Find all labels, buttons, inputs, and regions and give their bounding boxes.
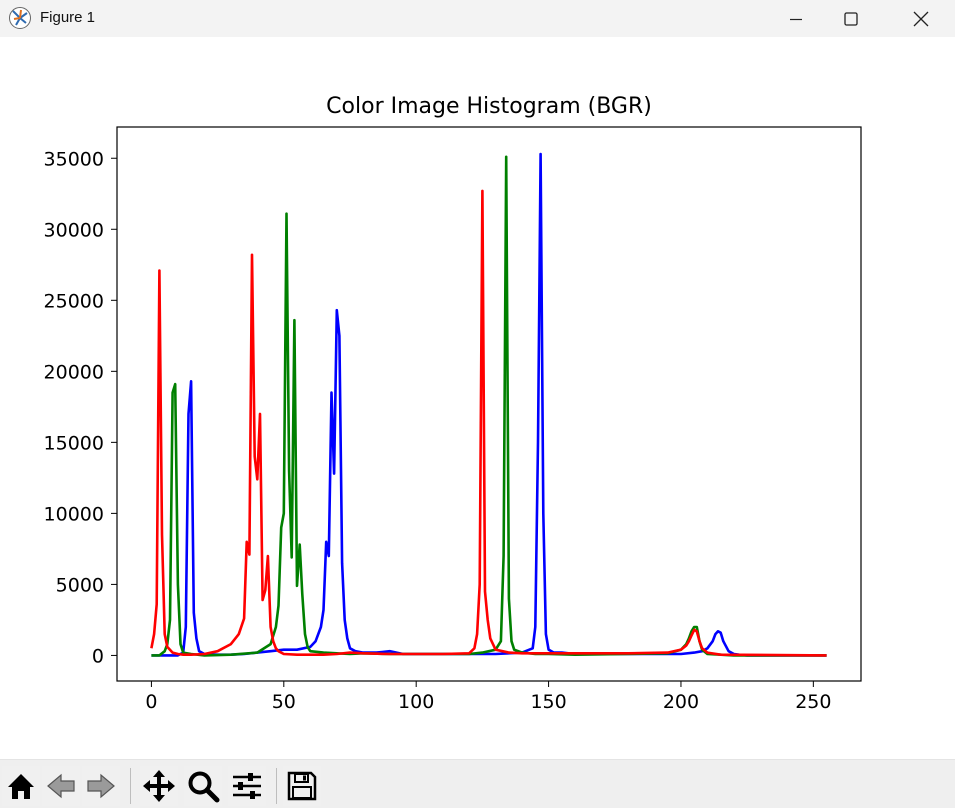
save-button[interactable]: [283, 766, 321, 806]
y-tick-label: 30000: [44, 219, 104, 241]
x-tick-label: 100: [398, 691, 434, 713]
plot-background: [117, 127, 861, 681]
save-icon: [287, 771, 317, 801]
x-tick-label: 150: [530, 691, 566, 713]
y-tick-label: 10000: [44, 503, 104, 525]
maximize-button[interactable]: [828, 0, 874, 37]
minimize-icon: [790, 18, 802, 20]
minimize-button[interactable]: [773, 0, 819, 37]
zoom-icon: [188, 771, 220, 803]
close-icon: [913, 11, 929, 26]
matplotlib-figure-icon: [9, 7, 31, 29]
y-tick-label: 20000: [44, 361, 104, 383]
histogram-chart: 0 50 100 150 200 250 0 5000 10000 15000 20000 2500…: [44, 94, 862, 713]
chart-title: Color Image Histogram (BGR): [326, 94, 652, 119]
y-tick-label: 15000: [44, 432, 104, 454]
configure-subplots-icon: [233, 773, 261, 799]
close-button[interactable]: [898, 0, 944, 37]
zoom-button[interactable]: [184, 766, 222, 806]
window-title: Figure 1: [40, 9, 96, 26]
maximize-icon: [844, 11, 858, 26]
back-button[interactable]: [42, 766, 80, 806]
pan-button[interactable]: [140, 766, 178, 806]
y-tick-label: 25000: [44, 290, 104, 312]
forward-arrow-icon: [87, 773, 115, 799]
y-tick-label: 0: [92, 645, 104, 667]
toolbar-separator: [276, 768, 277, 804]
y-tick-label: 35000: [44, 148, 104, 170]
window-titlebar: Figure 1: [0, 0, 955, 37]
home-button[interactable]: [2, 766, 40, 806]
pan-icon: [143, 770, 175, 802]
x-tick-label: 0: [145, 691, 157, 713]
y-tick-label: 5000: [56, 574, 104, 596]
figure-canvas[interactable]: 0 50 100 150 200 250 0 5000 10000 15000 20000 2500…: [0, 37, 955, 759]
home-icon: [8, 774, 34, 799]
toolbar-separator: [130, 768, 131, 804]
x-tick-label: 250: [795, 691, 831, 713]
navigation-toolbar: [0, 759, 955, 808]
forward-button[interactable]: [82, 766, 120, 806]
back-arrow-icon: [47, 773, 75, 799]
x-tick-label: 50: [272, 691, 296, 713]
x-tick-label: 200: [663, 691, 699, 713]
configure-subplots-button[interactable]: [228, 766, 266, 806]
